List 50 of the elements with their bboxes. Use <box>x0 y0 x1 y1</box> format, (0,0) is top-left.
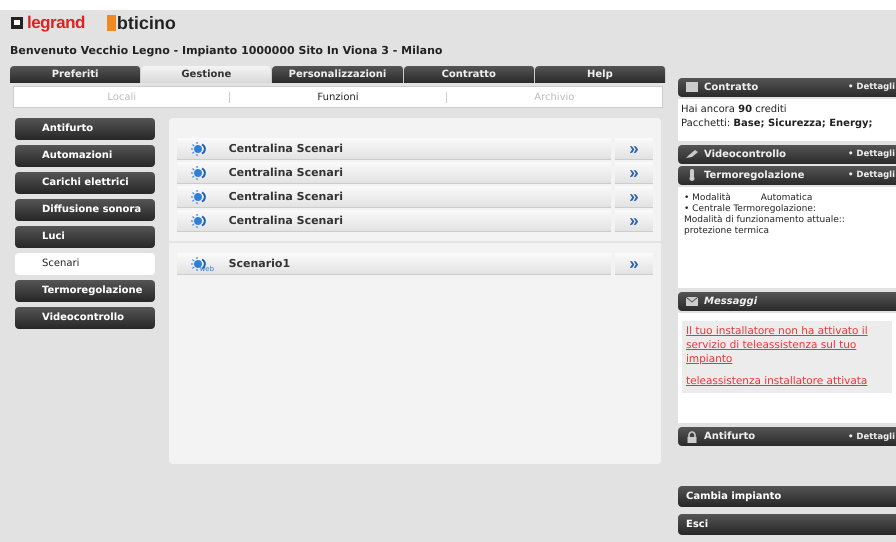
sidebar-item[interactable]: Diffusione sonora <box>15 199 155 221</box>
sidebar-item[interactable]: Automazioni <box>15 145 155 167</box>
panel-title: Videocontrollo <box>704 148 786 160</box>
details-link[interactable]: • Dettagli <box>848 432 896 442</box>
main-tab[interactable]: Contratto <box>404 66 535 83</box>
sun-icon <box>188 188 209 204</box>
legrand-logo: legrand <box>10 13 85 33</box>
sidebar-item[interactable]: Antifurto <box>15 118 155 140</box>
credits-text: Hai ancora 90 crediti <box>681 102 788 117</box>
sidebar-item[interactable]: Luci <box>15 226 155 248</box>
open-button[interactable]: » <box>615 186 653 208</box>
padlock-icon <box>685 430 699 443</box>
sidebar-item[interactable]: Videocontrollo <box>15 307 155 329</box>
panel-title: Contratto <box>704 82 758 93</box>
main-tab[interactable]: Preferiti <box>10 66 142 83</box>
mode-value: Automatica <box>760 192 812 204</box>
details-link[interactable]: • Dettagli <box>848 82 896 92</box>
main-tab[interactable]: Help <box>534 66 666 83</box>
action-button[interactable]: Cambia impianto <box>678 486 896 508</box>
sidebar-item[interactable]: Scenari <box>15 253 155 275</box>
sub-tab[interactable]: Funzioni <box>230 92 447 102</box>
panel-title: Antifurto <box>704 431 756 442</box>
sun-icon <box>188 140 209 156</box>
status-text: Modalità di funzionamento attuale:: <box>684 214 846 226</box>
status-text: protezione termica <box>684 226 770 237</box>
panel-title: Messaggi <box>704 296 758 307</box>
sidebar-item[interactable]: Carichi elettrici <box>15 172 155 194</box>
open-button[interactable]: » <box>615 253 653 275</box>
sun-icon <box>188 212 209 228</box>
scenario-row[interactable]: Centralina Scenari <box>176 186 611 208</box>
status-text: • Centrale Termoregolazione: <box>684 204 817 214</box>
main-tab[interactable]: Gestione <box>141 66 272 83</box>
details-link[interactable]: • Dettagli <box>848 149 896 160</box>
mode-label: • Modalità <box>684 192 731 204</box>
packages-text: Pacchetti: Base; Sicurezza; Energy; <box>681 116 874 131</box>
open-button[interactable]: » <box>615 138 653 160</box>
sidebar-item[interactable]: Termoregolazione <box>15 280 155 302</box>
envelope-icon <box>685 295 699 308</box>
scenario-row[interactable]: Centralina Scenari <box>176 138 611 160</box>
panel-title: Termoregolazione <box>704 170 804 181</box>
open-button[interactable]: » <box>615 162 653 184</box>
sun-icon <box>188 164 209 180</box>
welcome-text: Benvenuto Vecchio Legno - Impianto 1000000 Sito In Viona 3 - Milano <box>10 44 444 57</box>
main-tab[interactable]: Personalizzazioni <box>272 66 404 83</box>
open-button[interactable]: » <box>615 210 653 232</box>
scenario-row[interactable]: Centralina Scenari <box>176 210 611 232</box>
scenario-row[interactable]: Centralina Scenari <box>176 162 611 184</box>
action-button[interactable]: Esci <box>678 514 896 536</box>
details-link[interactable]: • Dettagli <box>848 170 896 180</box>
bticino-logo: bticino <box>106 15 176 31</box>
